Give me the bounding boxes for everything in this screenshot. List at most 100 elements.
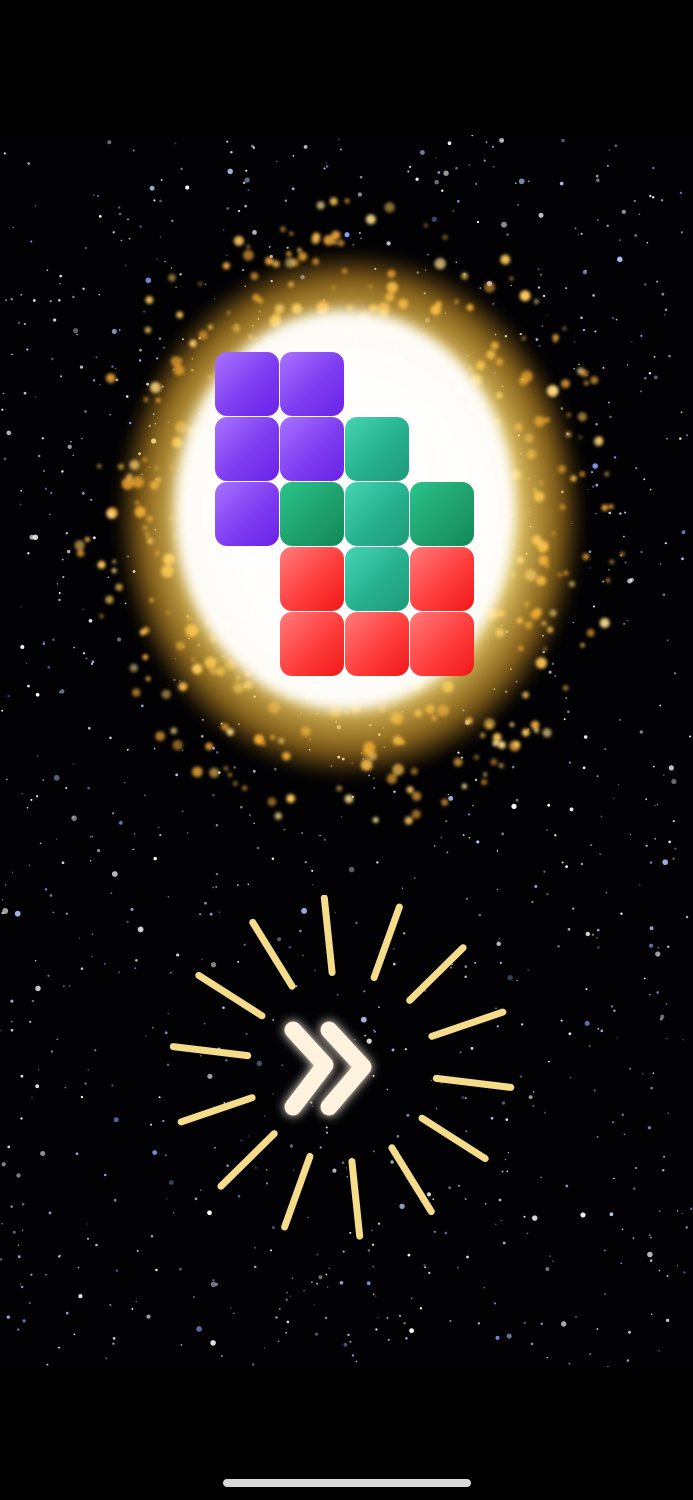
star — [191, 634, 193, 636]
skip-button[interactable] — [169, 894, 515, 1240]
star — [466, 1255, 469, 1259]
star — [276, 160, 278, 163]
star — [86, 1223, 88, 1225]
star — [32, 534, 39, 541]
star — [304, 860, 308, 864]
star — [72, 763, 74, 766]
star — [649, 943, 654, 948]
star — [526, 1232, 529, 1234]
star — [14, 910, 21, 917]
star — [284, 199, 288, 202]
star — [471, 135, 474, 137]
star — [238, 209, 241, 213]
star — [542, 650, 545, 654]
star — [660, 199, 664, 202]
star — [600, 815, 603, 818]
star — [493, 688, 496, 690]
star — [530, 1342, 534, 1346]
star — [270, 1249, 273, 1252]
star — [16, 1173, 21, 1178]
star — [650, 1086, 654, 1090]
star — [679, 437, 682, 440]
star — [107, 140, 112, 145]
star — [98, 215, 102, 218]
star — [34, 959, 37, 962]
star — [270, 279, 273, 283]
star — [316, 1282, 318, 1285]
home-indicator[interactable] — [223, 1479, 471, 1487]
star — [422, 333, 425, 336]
star — [37, 454, 41, 458]
star — [58, 299, 61, 302]
star — [383, 705, 385, 707]
star — [682, 1038, 684, 1041]
star — [291, 1277, 294, 1280]
star — [666, 438, 668, 440]
star — [368, 774, 371, 777]
star — [527, 477, 530, 480]
star — [317, 310, 320, 314]
star — [337, 755, 341, 759]
star — [559, 181, 564, 186]
star — [424, 269, 427, 271]
star — [23, 391, 27, 395]
star — [409, 165, 412, 168]
star — [457, 751, 460, 754]
star — [483, 1286, 486, 1289]
star — [398, 1314, 402, 1317]
star — [174, 658, 177, 660]
star — [27, 552, 30, 555]
star — [479, 287, 481, 289]
star — [528, 1095, 533, 1100]
star — [105, 1357, 108, 1360]
star — [517, 434, 521, 437]
star — [645, 798, 648, 801]
star — [242, 181, 246, 185]
star — [364, 310, 367, 312]
star — [639, 884, 641, 886]
star — [159, 199, 162, 203]
star — [595, 513, 597, 515]
purple-block — [215, 417, 279, 481]
star — [28, 864, 31, 866]
star — [153, 748, 156, 750]
star — [166, 1063, 170, 1067]
star — [300, 274, 305, 280]
star — [326, 695, 329, 698]
star — [663, 774, 665, 776]
star — [253, 822, 255, 825]
star — [651, 1313, 653, 1315]
star — [415, 177, 419, 181]
star — [616, 1037, 618, 1039]
star — [20, 489, 23, 492]
star — [582, 328, 586, 332]
star — [592, 463, 599, 469]
star — [633, 199, 637, 203]
star — [92, 194, 95, 196]
star — [510, 668, 512, 670]
star — [37, 1068, 40, 1071]
star — [188, 637, 190, 640]
star — [650, 1236, 652, 1239]
star — [155, 1268, 158, 1272]
star — [523, 1215, 526, 1218]
star — [595, 422, 598, 426]
star — [664, 314, 666, 316]
star — [557, 945, 560, 948]
star — [643, 478, 646, 481]
star — [238, 723, 240, 726]
star — [624, 561, 627, 564]
star — [654, 838, 656, 840]
star — [596, 775, 599, 778]
star — [638, 213, 641, 216]
star — [179, 499, 183, 502]
star — [366, 1281, 371, 1286]
star — [50, 1050, 54, 1053]
star — [359, 175, 363, 179]
star — [230, 150, 233, 154]
star — [659, 704, 662, 707]
star — [92, 379, 96, 382]
star — [612, 797, 615, 799]
star — [595, 483, 599, 487]
teal-block — [345, 417, 409, 481]
